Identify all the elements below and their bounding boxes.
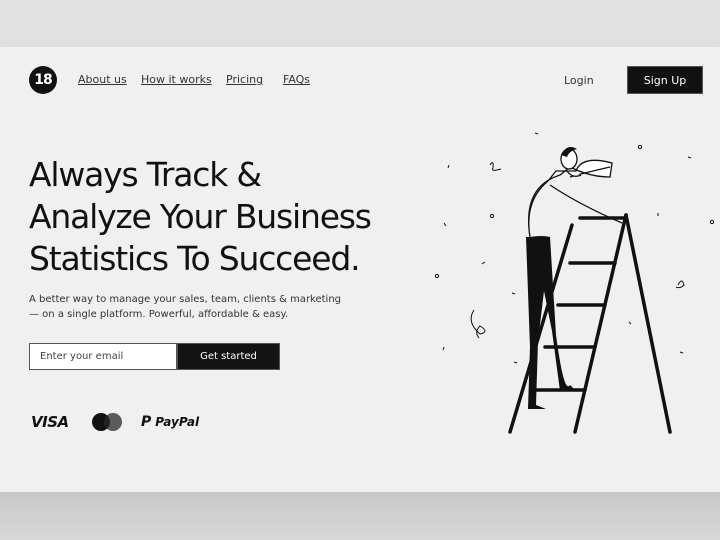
get-started-button[interactable]: Get started <box>177 343 280 370</box>
logo-text: 18 <box>34 72 53 88</box>
subtext-line: — on a single platform. Powerful, afford… <box>29 308 289 320</box>
email-input[interactable] <box>29 343 177 370</box>
nav-pricing[interactable]: Pricing <box>226 73 263 86</box>
paypal-icon: P <box>141 414 152 430</box>
nav-about-us[interactable]: About us <box>78 73 127 86</box>
nav-faqs[interactable]: FAQs <box>283 73 310 86</box>
confetti-decor <box>434 132 715 364</box>
hero-headline: Always Track & Analyze Your Business Sta… <box>29 154 429 280</box>
paypal-logo: P PayPal <box>141 414 199 430</box>
sign-up-button[interactable]: Sign Up <box>627 66 703 94</box>
paypal-text: PayPal <box>155 415 200 429</box>
visa-logo: VISA <box>31 413 69 431</box>
page-shadow <box>0 492 720 540</box>
headline-line: Statistics To Succeed. <box>29 239 361 278</box>
mastercard-icon <box>92 413 122 431</box>
headline-line: Always Track & <box>29 155 262 194</box>
man-on-ladder-illustration <box>434 132 715 434</box>
man-figure <box>526 147 623 409</box>
hero-subtext: A better way to manage your sales, team,… <box>29 293 349 322</box>
headline-line: Analyze Your Business <box>29 197 372 236</box>
subtext-line: A better way to manage your sales, team,… <box>29 294 342 305</box>
nav-how-it-works[interactable]: How it works <box>141 73 212 86</box>
brand-logo[interactable]: 18 <box>29 66 57 94</box>
login-link[interactable]: Login <box>564 74 594 87</box>
